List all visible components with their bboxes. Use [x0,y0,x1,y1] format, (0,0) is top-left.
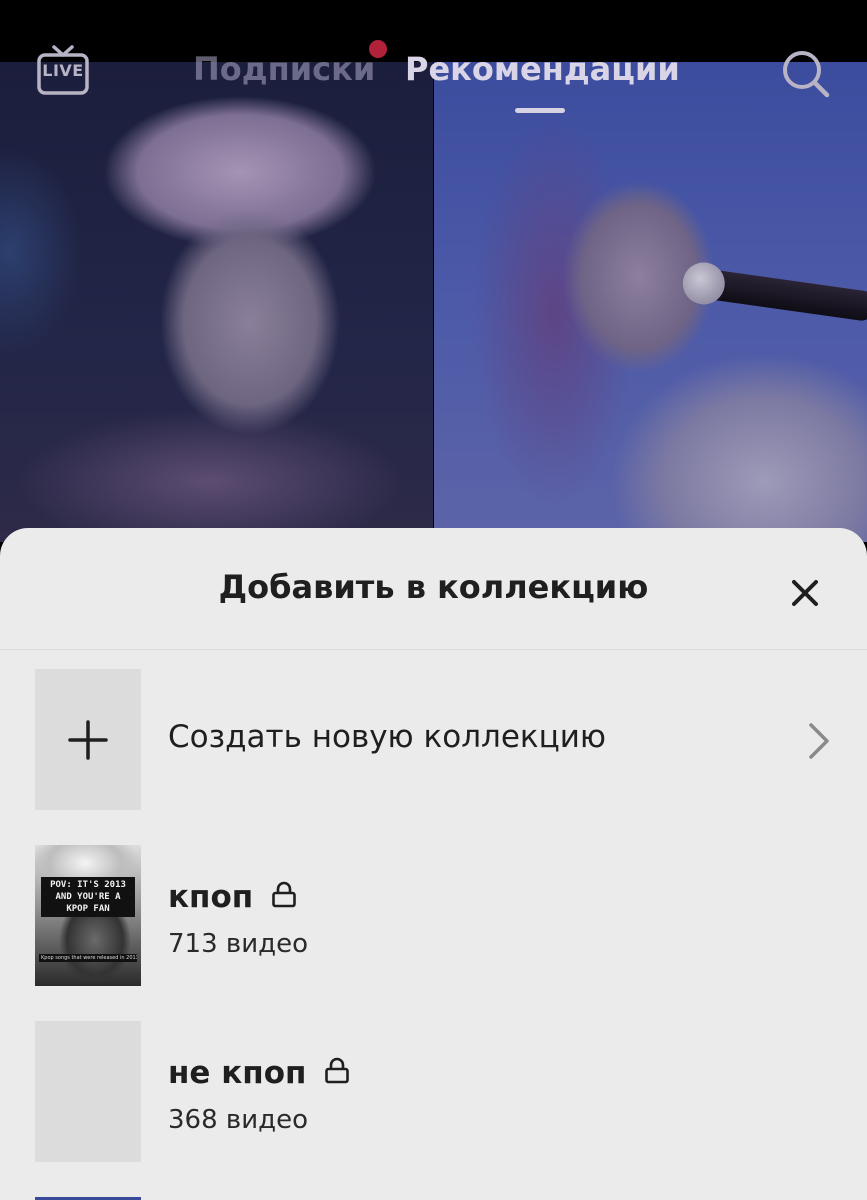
top-navigation: LIVE Подписки Рекомендации [0,30,867,113]
collection-count: 713 видео [168,929,308,959]
sheet-divider [0,649,867,650]
collection-item-ne-kpop[interactable]: не кпоп 368 видео [0,1021,867,1163]
video-feed [0,62,867,542]
collection-count: 368 видео [168,1105,308,1135]
plus-icon [68,720,108,760]
tab-recommendations[interactable]: Рекомендации [405,50,680,88]
sheet-title: Добавить в коллекцию [218,568,649,606]
chevron-right-icon [809,723,829,759]
lock-icon [272,881,296,907]
create-collection-label: Создать новую коллекцию [168,719,606,755]
collection-cover-kpop: POV: IT'S 2013 AND YOU'RE A KPOP FAN Kpo… [35,845,141,986]
collection-name-row: кпоп [168,879,297,915]
collection-name: не кпоп [168,1055,307,1091]
video-thumbnail-left[interactable] [0,62,433,542]
collection-item-kpop[interactable]: POV: IT'S 2013 AND YOU'RE A KPOP FAN Kpo… [0,845,867,987]
collection-cover-ne-kpop [35,1021,141,1162]
lock-icon [325,1057,350,1083]
screen: LIVE Подписки Рекомендации Добавить в ко… [0,0,867,1200]
collection-name-row: не кпоп [168,1055,350,1091]
active-tab-indicator [515,108,565,113]
close-button[interactable] [780,568,830,618]
create-collection-row[interactable]: Создать новую коллекцию [0,669,867,811]
tab-subscriptions[interactable]: Подписки [193,50,375,88]
notification-dot [369,40,387,58]
add-to-collection-sheet: Добавить в коллекцию Создать новую колле… [0,528,867,1200]
collection-name: кпоп [168,879,254,915]
create-collection-thumb [35,669,141,810]
microphone-graphic [694,267,867,323]
search-icon [783,51,830,98]
cover-caption: POV: IT'S 2013 AND YOU'RE A KPOP FAN [41,877,135,917]
live-button[interactable]: LIVE [36,43,90,97]
cover-subcaption: Kpop songs that were released in 2013 [39,954,137,962]
close-icon [792,580,818,606]
live-label: LIVE [42,61,84,80]
search-button[interactable] [778,46,832,100]
video-thumbnail-right[interactable] [434,62,867,542]
